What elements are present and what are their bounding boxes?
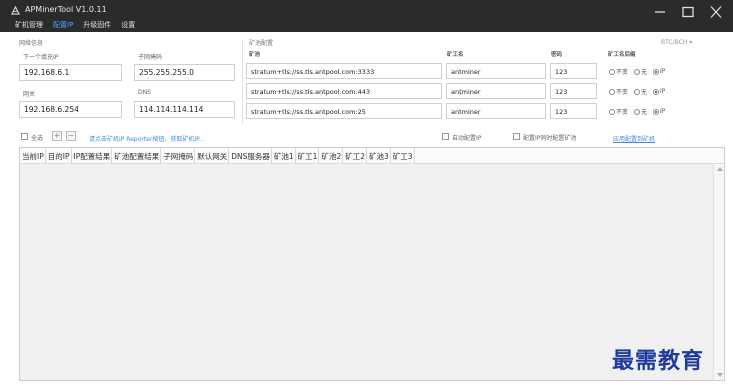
- password-input-1[interactable]: 123: [550, 63, 597, 79]
- next-ip-label: 下一个填充IP: [23, 54, 59, 61]
- column-default-gateway[interactable]: 默认网关: [195, 148, 230, 164]
- maximize-icon[interactable]: [680, 5, 696, 19]
- worker-input-3[interactable]: antminer: [446, 103, 546, 119]
- coin-select[interactable]: BTC/BCH ▾: [661, 39, 692, 46]
- suffix-column-header: 矿工名后缀: [608, 52, 636, 58]
- column-pool-1[interactable]: 矿池1: [272, 148, 296, 164]
- apply-config-button[interactable]: 应用配置到矿机: [613, 134, 655, 143]
- gateway-input[interactable]: 192.168.6.254: [19, 101, 122, 118]
- table-header: 当前IP 目的IP IP配置结果 矿池配置结果 子网掩码 默认网关 DNS服务器…: [20, 148, 724, 164]
- network-section-label: 网络信息: [19, 40, 44, 47]
- scroll-up-icon[interactable]: [717, 167, 723, 171]
- column-current-ip[interactable]: 当前IP: [20, 148, 46, 164]
- column-pool-3[interactable]: 矿池3: [367, 148, 391, 164]
- suffix-option-none[interactable]: 无: [634, 107, 647, 116]
- pool-url-input-3[interactable]: stratum+tls://ss.tls.antpool.com:25: [246, 103, 442, 119]
- column-ip-config-result[interactable]: IP配置结果: [72, 148, 113, 164]
- select-all-checkbox[interactable]: [21, 133, 28, 140]
- dns-input[interactable]: 114.114.114.114: [134, 101, 235, 118]
- pool-column-header: 矿池: [249, 52, 261, 58]
- suffix-option-unchanged[interactable]: 不变: [609, 87, 628, 96]
- pool-url-input-2[interactable]: stratum+tls://ss.tls.antpool.com:443: [246, 83, 442, 99]
- suffix-option-unchanged[interactable]: 不变: [609, 67, 628, 76]
- suffix-radio-group-1: 不变 无 IP: [609, 67, 669, 76]
- worker-input-1[interactable]: antminer: [446, 63, 546, 79]
- sync-pool-checkbox[interactable]: [513, 133, 520, 140]
- suffix-option-none[interactable]: 无: [634, 67, 647, 76]
- column-pool-config-result[interactable]: 矿池配置结果: [112, 148, 162, 164]
- auto-ip-label: 自动配置IP: [452, 135, 482, 142]
- pool-url-input-1[interactable]: stratum+tls://ss.tls.antpool.com:3333: [246, 63, 442, 79]
- app-logo-icon: [11, 6, 20, 15]
- menu-miner-management[interactable]: 矿机管理: [15, 20, 43, 30]
- pool-section-label: 矿池配置: [249, 40, 274, 47]
- column-target-ip[interactable]: 目的IP: [46, 148, 72, 164]
- window-title: APMinerTool V1.0.11: [25, 5, 107, 14]
- column-worker-2[interactable]: 矿工2: [343, 148, 368, 164]
- menu-upgrade-firmware[interactable]: 升级固件: [83, 20, 111, 30]
- menu-config-ip[interactable]: 配置IP: [53, 20, 73, 30]
- suffix-radio-group-2: 不变 无 IP: [609, 87, 669, 96]
- password-input-3[interactable]: 123: [550, 103, 597, 119]
- minimize-icon[interactable]: [652, 5, 668, 19]
- menu-settings[interactable]: 设置: [121, 20, 135, 30]
- column-worker-1[interactable]: 矿工1: [296, 148, 320, 164]
- add-button[interactable]: +: [52, 131, 62, 141]
- remove-button[interactable]: −: [66, 131, 76, 141]
- subnet-mask-input[interactable]: 255.255.255.0: [134, 64, 235, 81]
- password-column-header: 密码: [551, 52, 563, 58]
- next-ip-input[interactable]: 192.168.6.1: [19, 64, 122, 81]
- worker-input-2[interactable]: antminer: [446, 83, 546, 99]
- select-all-label: 全选: [31, 135, 44, 142]
- get-miner-ip-hint[interactable]: 请点击矿机IP Reporter按钮，获取矿机IP...: [89, 134, 205, 143]
- column-pool-2[interactable]: 矿池2: [319, 148, 344, 164]
- title-bar: APMinerTool V1.0.11 矿机管理 配置IP 升级固件 设置: [0, 0, 733, 32]
- auto-ip-checkbox[interactable]: [442, 133, 449, 140]
- suffix-option-none[interactable]: 无: [634, 87, 647, 96]
- suffix-option-ip[interactable]: IP: [653, 88, 665, 95]
- worker-column-header: 矿工名: [447, 52, 464, 58]
- table-scrollbar[interactable]: [713, 164, 724, 380]
- suffix-radio-group-3: 不变 无 IP: [609, 107, 669, 116]
- dns-label: DNS: [138, 89, 151, 96]
- subnet-mask-label: 子网掩码: [138, 54, 163, 61]
- gateway-label: 网关: [23, 91, 36, 98]
- column-worker-3[interactable]: 矿工3: [391, 148, 415, 164]
- scroll-down-icon[interactable]: [717, 373, 723, 377]
- sync-pool-label: 配置IP同时配置矿池: [523, 135, 577, 142]
- suffix-option-ip[interactable]: IP: [653, 108, 665, 115]
- column-dns-server[interactable]: DNS服务器: [229, 148, 272, 164]
- main-menu: 矿机管理 配置IP 升级固件 设置: [15, 20, 135, 30]
- password-input-2[interactable]: 123: [550, 83, 597, 99]
- suffix-option-ip[interactable]: IP: [653, 68, 665, 75]
- watermark-logo: 最需教育: [612, 348, 705, 374]
- section-divider: [242, 40, 243, 124]
- column-subnet-mask[interactable]: 子网掩码: [161, 148, 196, 164]
- close-icon[interactable]: [708, 5, 724, 19]
- suffix-option-unchanged[interactable]: 不变: [609, 107, 628, 116]
